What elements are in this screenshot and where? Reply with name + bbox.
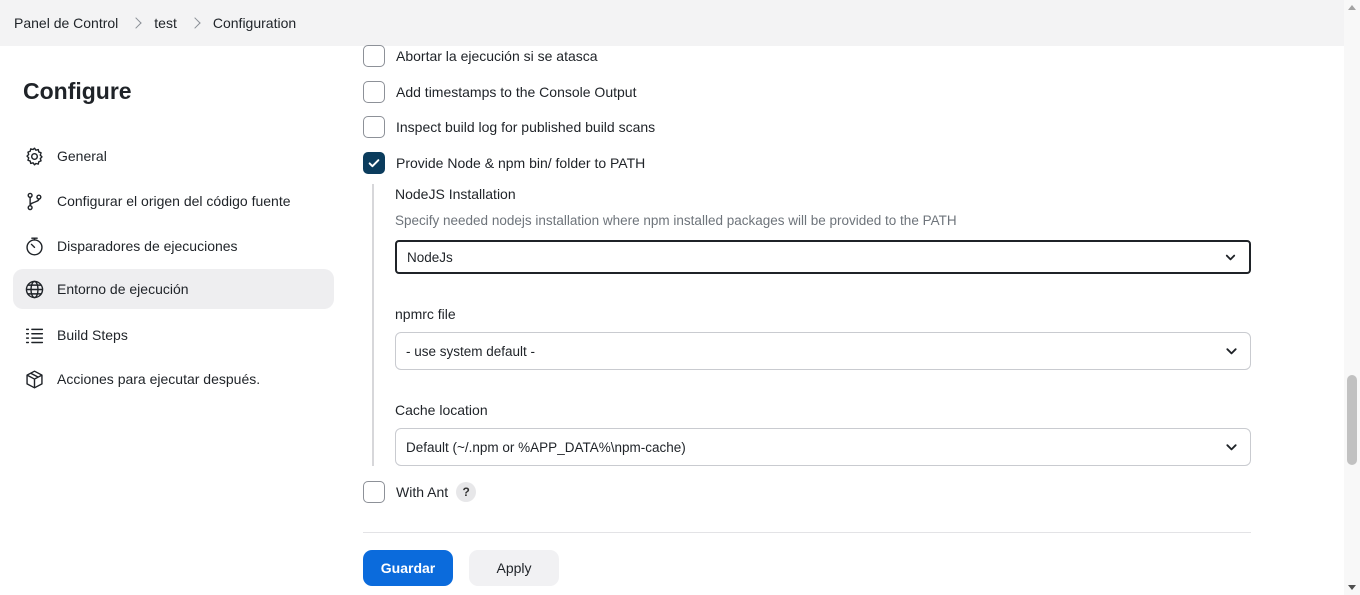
nested-section-rule (372, 184, 374, 466)
breadcrumb-configuration[interactable]: Configuration (213, 15, 296, 31)
list-icon (23, 324, 45, 346)
scroll-up-icon[interactable] (1348, 5, 1356, 10)
abort-stuck-checkbox[interactable] (363, 45, 385, 67)
sidebar-item-label: Entorno de ejecución (57, 281, 189, 297)
scrollbar[interactable] (1344, 0, 1360, 595)
sidebar-item-post-build[interactable]: Acciones para ejecutar después. (13, 359, 334, 399)
nodejs-installation-description: Specify needed nodejs installation where… (395, 213, 957, 228)
npmrc-file-select[interactable]: - use system default - (395, 332, 1251, 370)
nodejs-installation-label: NodeJS Installation (395, 186, 516, 202)
nodejs-installation-select[interactable]: NodeJs (395, 240, 1251, 274)
breadcrumb: Panel de Control test Configuration (0, 0, 1344, 46)
breadcrumb-dashboard[interactable]: Panel de Control (14, 15, 118, 31)
select-value: - use system default - (406, 343, 536, 359)
provide-node-checkbox[interactable] (363, 152, 385, 174)
npmrc-file-label: npmrc file (395, 306, 456, 322)
package-icon (23, 368, 45, 390)
option-label[interactable]: Provide Node & npm bin/ folder to PATH (396, 155, 645, 171)
timer-icon (23, 235, 45, 257)
sidebar-item-source-code[interactable]: Configurar el origen del código fuente (13, 181, 334, 221)
option-label[interactable]: Abortar la ejecución si se atasca (396, 48, 598, 64)
scroll-down-icon[interactable] (1348, 585, 1356, 590)
inspect-build-log-checkbox[interactable] (363, 116, 385, 138)
globe-icon (23, 278, 45, 300)
breadcrumb-job[interactable]: test (154, 15, 177, 31)
help-icon[interactable]: ? (456, 482, 477, 502)
chevron-down-icon (1223, 250, 1237, 264)
sidebar-item-label: Build Steps (57, 327, 128, 343)
sidebar-item-label: Acciones para ejecutar después. (57, 371, 261, 387)
sidebar: Configure General Configurar el origen d… (0, 46, 345, 595)
sidebar-item-label: Disparadores de ejecuciones (57, 238, 238, 254)
main-content: Abortar la ejecución si se atasca Add ti… (345, 45, 1344, 595)
sidebar-item-label: Configurar el origen del código fuente (57, 193, 291, 209)
scroll-thumb[interactable] (1347, 375, 1357, 465)
option-inspect-build-log: Inspect build log for published build sc… (363, 116, 655, 138)
chevron-right-icon (189, 16, 201, 29)
chevron-down-icon (1224, 344, 1238, 358)
option-provide-node: Provide Node & npm bin/ folder to PATH (363, 152, 645, 174)
checkmark-icon (368, 159, 380, 168)
option-label[interactable]: Inspect build log for published build sc… (396, 119, 655, 135)
option-label[interactable]: With Ant (396, 484, 448, 500)
select-value: Default (~/.npm or %APP_DATA%\npm-cache) (406, 439, 686, 455)
cache-location-select[interactable]: Default (~/.npm or %APP_DATA%\npm-cache) (395, 428, 1251, 466)
action-bar: Guardar Apply (345, 535, 1344, 595)
option-abort-stuck: Abortar la ejecución si se atasca (363, 45, 598, 67)
sidebar-item-triggers[interactable]: Disparadores de ejecuciones (13, 226, 334, 266)
select-value: NodeJs (407, 249, 453, 265)
option-timestamps: Add timestamps to the Console Output (363, 81, 636, 103)
cache-location-label: Cache location (395, 402, 488, 418)
apply-button[interactable]: Apply (469, 550, 559, 586)
with-ant-checkbox[interactable] (363, 481, 385, 503)
option-with-ant: With Ant ? (363, 481, 477, 503)
sidebar-item-label: General (57, 148, 107, 164)
chevron-down-icon (1224, 440, 1238, 454)
sidebar-item-build-environment[interactable]: Entorno de ejecución (13, 269, 334, 309)
gear-icon (23, 145, 45, 167)
chevron-right-icon (130, 16, 142, 29)
section-divider (363, 532, 1251, 533)
sidebar-title: Configure (23, 78, 132, 104)
save-button[interactable]: Guardar (363, 550, 453, 586)
sidebar-item-build-steps[interactable]: Build Steps (13, 315, 334, 355)
option-label[interactable]: Add timestamps to the Console Output (396, 84, 636, 100)
sidebar-item-general[interactable]: General (13, 136, 334, 176)
timestamps-checkbox[interactable] (363, 81, 385, 103)
branch-icon (23, 190, 45, 212)
